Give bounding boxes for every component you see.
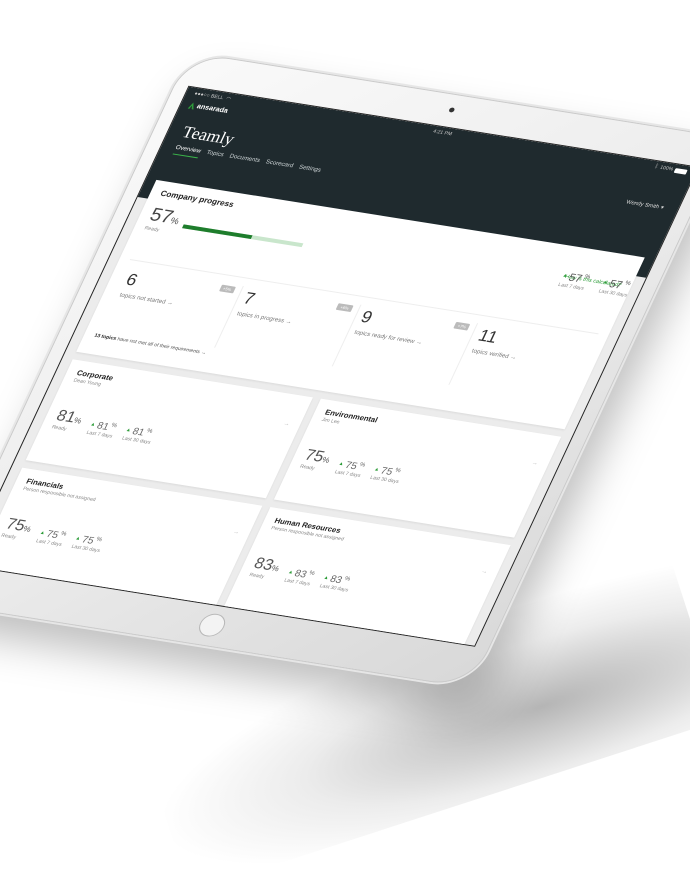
requirements-count: 13 topics (93, 332, 118, 342)
progress-bar-fill (182, 224, 253, 239)
chevron-down-icon: ▾ (659, 204, 665, 212)
user-menu[interactable]: Wendy Smith ▾ (625, 200, 665, 212)
last7-unit: % (583, 274, 592, 281)
tab-documents[interactable]: Documents (226, 154, 261, 168)
percent-sign: % (343, 576, 352, 583)
user-name: Wendy Smith (624, 199, 661, 211)
percent-sign: % (95, 536, 103, 544)
tab-overview[interactable]: Overview (172, 145, 202, 159)
progress-bar (182, 224, 304, 248)
tab-topics[interactable]: Topics (203, 150, 225, 162)
area-stats: 83% Ready ▲ 83% Last 7 days ▲ 83% Last 30 day… (248, 555, 479, 612)
last30-unit: % (623, 280, 632, 288)
area-stats: 75% Ready ▲ 75% Last 7 days ▲ 75% Last 30 day… (299, 447, 530, 504)
tablet-screen: ●●●○○ BELL ◠ 4:21 PM ᛒ 100% ansarada Tea… (0, 85, 690, 647)
count-verified[interactable]: 11 topics verified → (450, 323, 595, 403)
percent-sign: % (110, 422, 119, 430)
percent-sign: % (393, 467, 402, 475)
overall-readiness: 57% Ready (143, 205, 184, 236)
area-stats: 81% Ready ▲ 81% Last 7 days ▲ 81% Last 30 day… (50, 408, 281, 465)
area-stats: 75% Ready ▲ 75% Last 7 days ▲ 75% Last 30 day… (0, 516, 231, 573)
percent-sign: % (145, 428, 154, 435)
ready-label: Ready (143, 225, 161, 234)
arrow-right-icon[interactable]: → (530, 460, 539, 467)
tab-scorecard[interactable]: Scorecard (263, 159, 294, 173)
percent-sign: % (307, 570, 316, 577)
battery-icon (673, 167, 688, 175)
arrow-right-icon[interactable]: → (480, 569, 489, 576)
percent-sign: % (59, 531, 68, 538)
arrow-right-icon[interactable]: → (282, 421, 291, 428)
percent-sign: % (358, 462, 367, 469)
tab-settings[interactable]: Settings (296, 165, 322, 178)
arrow-right-icon[interactable]: → (232, 529, 241, 536)
wifi-icon: ◠ (224, 95, 232, 103)
